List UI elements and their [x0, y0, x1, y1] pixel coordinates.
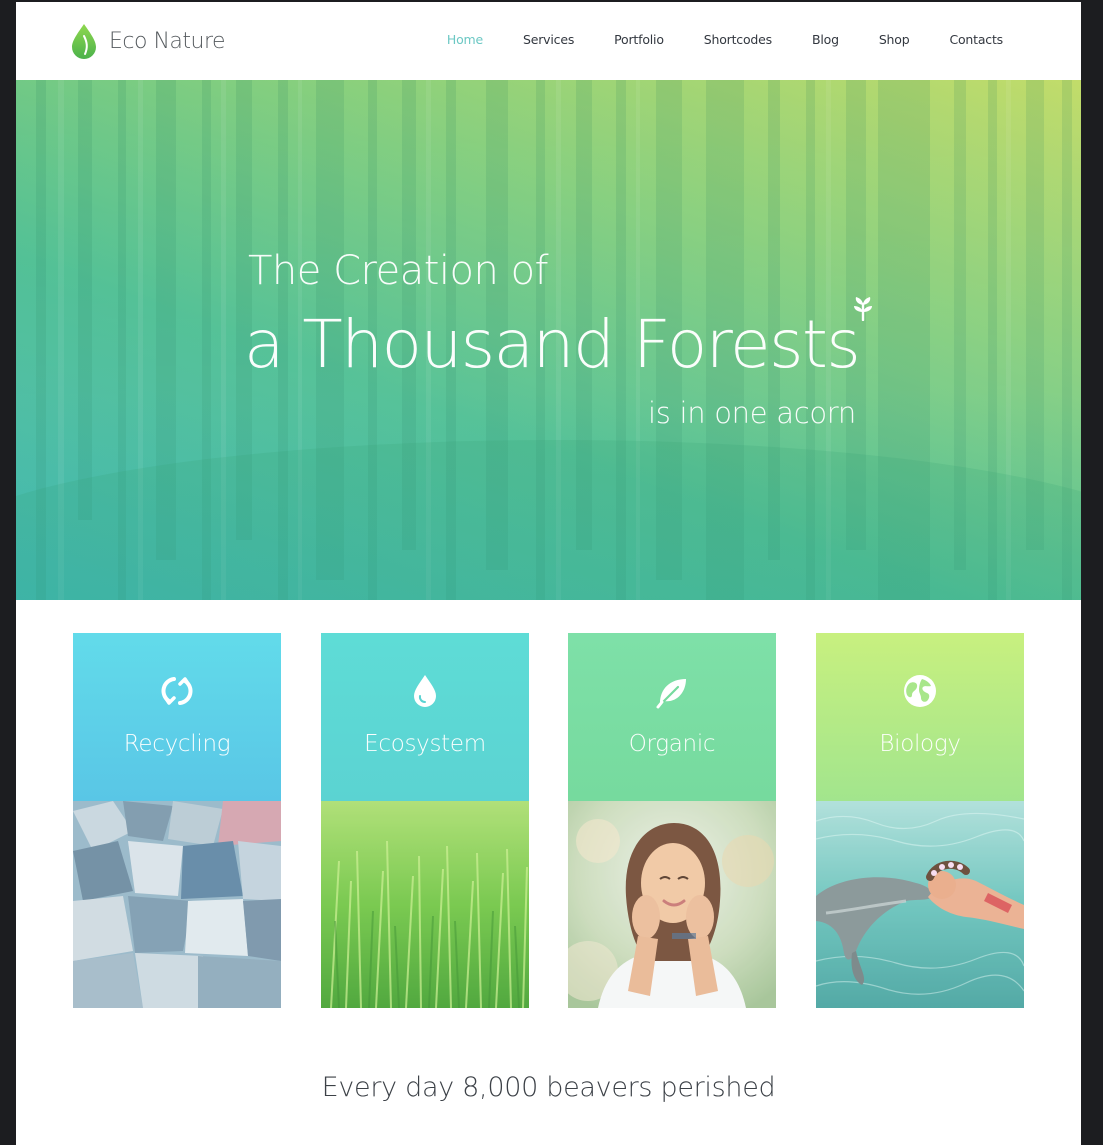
site-header: Eco Nature Home Services Portfolio Short… — [16, 2, 1081, 80]
card-recycling[interactable]: Recycling — [73, 633, 281, 1008]
nav-item-services[interactable]: Services — [523, 32, 574, 47]
logo[interactable]: Eco Nature — [71, 22, 226, 60]
card-organic[interactable]: Organic — [568, 633, 776, 1008]
hero-heading-small: The Creation of — [248, 248, 549, 294]
page: Eco Nature Home Services Portfolio Short… — [16, 2, 1081, 1145]
card-header: Recycling — [73, 633, 281, 801]
leaf-icon — [656, 679, 686, 709]
nav-item-shortcodes[interactable]: Shortcodes — [704, 32, 772, 47]
card-biology[interactable]: Biology — [816, 633, 1024, 1008]
water-drop-icon — [414, 675, 436, 707]
card-title: Organic — [628, 731, 716, 757]
nav-item-shop[interactable]: Shop — [879, 32, 910, 47]
green-grass-photo — [321, 801, 529, 1008]
tagline: Every day 8,000 beavers perished — [321, 1072, 776, 1103]
smiling-girl-photo — [568, 801, 776, 1008]
sprout-icon — [854, 297, 872, 321]
hero-banner: The Creation of a Thousand Forests is in… — [16, 80, 1081, 600]
card-header: Ecosystem — [321, 633, 529, 801]
nav-item-home[interactable]: Home — [447, 32, 483, 47]
hero-subheading: is in one acorn — [648, 396, 856, 430]
card-header: Biology — [816, 633, 1024, 801]
globe-icon — [904, 675, 936, 707]
hero-heading-large: a Thousand Forests — [244, 306, 861, 383]
nav-item-portfolio[interactable]: Portfolio — [614, 32, 664, 47]
nav-item-contacts[interactable]: Contacts — [949, 32, 1003, 47]
recycle-icon — [161, 677, 193, 705]
card-ecosystem[interactable]: Ecosystem — [321, 633, 529, 1008]
card-title: Recycling — [123, 731, 231, 757]
leaf-drop-icon — [72, 24, 96, 59]
brand-name: Eco Nature — [109, 28, 226, 54]
nav-item-blog[interactable]: Blog — [812, 32, 839, 47]
card-title: Biology — [879, 731, 961, 757]
card-title: Ecosystem — [364, 731, 486, 757]
crushed-cans-photo — [73, 801, 281, 1008]
dolphin-swimmer-photo — [816, 801, 1024, 1008]
main-nav: Home Services Portfolio Shortcodes Blog … — [407, 32, 1003, 47]
card-header: Organic — [568, 633, 776, 801]
